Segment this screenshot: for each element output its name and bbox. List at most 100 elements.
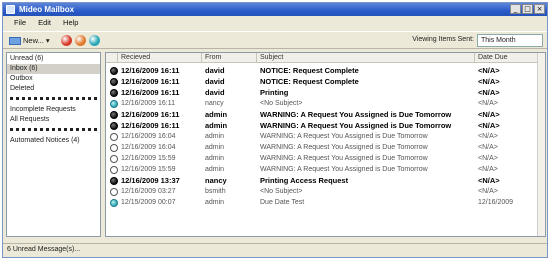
message-status-icon — [110, 121, 118, 130]
title-bar[interactable]: Mideo Mailbox _ □ × — [3, 3, 547, 16]
message-status-icon — [110, 88, 118, 97]
message-date-due: <N/A> — [478, 100, 498, 107]
mail-icon — [9, 36, 21, 45]
sidebar-item-automated-notices[interactable]: Automated Notices (4) — [7, 136, 100, 146]
message-from: david — [205, 66, 225, 75]
message-subject: WARNING: A Request You Assigned is Due T… — [260, 121, 452, 130]
vertical-scrollbar[interactable] — [537, 53, 545, 236]
message-subject: WARNING: A Request You Assigned is Due T… — [260, 144, 428, 151]
refresh-icon[interactable] — [89, 35, 100, 46]
message-row[interactable]: 12/16/2009 15:59 admin WARNING: A Request … — [106, 153, 545, 164]
message-from: admin — [205, 133, 225, 140]
menu-help[interactable]: Help — [58, 17, 83, 29]
sidebar-item-all-requests[interactable]: All Requests — [7, 115, 100, 125]
column-header-from[interactable]: From — [202, 53, 257, 63]
app-icon — [6, 5, 15, 14]
message-received: 12/16/2009 15:59 — [121, 155, 176, 162]
message-received: 12/16/2009 16:04 — [121, 144, 176, 151]
minimize-button[interactable]: _ — [510, 4, 521, 14]
message-subject: Printing — [260, 88, 289, 97]
message-status-icon — [110, 110, 118, 119]
message-subject: Due Date Test — [260, 199, 305, 206]
message-subject: NOTICE: Request Complete — [260, 77, 359, 86]
message-subject: WARNING: A Request You Assigned is Due T… — [260, 166, 428, 173]
column-header-icon[interactable] — [106, 53, 118, 63]
sidebar-item-unread[interactable]: Unread (6) — [7, 54, 100, 64]
message-date-due: <N/A> — [478, 144, 498, 151]
message-row[interactable]: 12/16/2009 16:11 admin WARNING: A Request … — [106, 120, 545, 131]
message-status-icon — [110, 77, 118, 86]
message-status-icon — [110, 176, 118, 185]
viewing-items-label: Viewing Items Sent: — [412, 36, 474, 43]
viewing-period-select[interactable]: This Month — [477, 34, 543, 47]
message-received: 12/16/2009 16:11 — [121, 66, 180, 75]
message-row[interactable]: 12/16/2009 15:59 admin WARNING: A Request … — [106, 164, 545, 175]
message-date-due: <N/A> — [478, 133, 498, 140]
new-dropdown-icon[interactable]: ▾ — [46, 36, 50, 45]
message-received: 12/16/2009 13:37 — [121, 176, 180, 185]
message-subject: WARNING: A Request You Assigned is Due T… — [260, 110, 452, 119]
message-status-icon — [110, 143, 118, 152]
message-from: nancy — [205, 176, 227, 185]
message-date-due: <N/A> — [478, 188, 498, 195]
sidebar-divider — [10, 128, 97, 133]
message-from: admin — [205, 166, 225, 173]
message-subject: NOTICE: Request Complete — [260, 66, 359, 75]
message-row[interactable]: 12/15/2009 00:07 admin Due Date Test 12/16/… — [106, 197, 545, 208]
message-from: admin — [205, 144, 225, 151]
window-title: Mideo Mailbox — [19, 5, 75, 14]
message-status-icon — [110, 154, 118, 163]
sidebar-item-inbox[interactable]: Inbox (6) — [7, 64, 100, 74]
tag-icon[interactable] — [75, 35, 86, 46]
menu-file[interactable]: File — [9, 17, 31, 29]
message-row[interactable]: 12/16/2009 16:11 admin WARNING: A Request … — [106, 109, 545, 120]
message-row[interactable]: 12/16/2009 16:11 nancy <No Subject> <N/A> — [106, 98, 545, 109]
close-button[interactable]: × — [534, 4, 545, 14]
message-received: 12/16/2009 16:11 — [121, 100, 175, 107]
menu-edit[interactable]: Edit — [33, 17, 56, 29]
new-button-label: New... — [23, 36, 44, 45]
mailbox-window: Mideo Mailbox _ □ × File Edit Help New..… — [2, 2, 548, 258]
message-row[interactable]: 12/16/2009 16:11 david NOTICE: Request Com… — [106, 76, 545, 87]
message-row[interactable]: 12/16/2009 16:11 david Printing <N/A> — [106, 87, 545, 98]
column-header-received[interactable]: Recieved — [118, 53, 202, 63]
message-row[interactable]: 12/16/2009 16:04 admin WARNING: A Request … — [106, 142, 545, 153]
message-status-icon — [110, 66, 118, 75]
message-received: 12/16/2009 15:59 — [121, 166, 176, 173]
message-status-icon — [110, 198, 118, 207]
new-button[interactable]: New... ▾ — [9, 34, 50, 47]
message-date-due: <N/A> — [478, 155, 498, 162]
message-from: nancy — [205, 100, 224, 107]
message-received: 12/16/2009 16:11 — [121, 121, 180, 130]
message-received: 12/15/2009 00:07 — [121, 199, 176, 206]
message-row[interactable]: 12/16/2009 03:27 bsmith <No Subject> <N/A> — [106, 186, 545, 197]
column-header-subject[interactable]: Subject — [257, 53, 475, 63]
message-subject: WARNING: A Request You Assigned is Due T… — [260, 133, 428, 140]
status-text: 6 Unread Message(s)... — [7, 246, 81, 253]
message-received: 12/16/2009 16:04 — [121, 133, 176, 140]
message-from: admin — [205, 199, 225, 206]
message-subject: <No Subject> — [260, 188, 303, 195]
toolbar: New... ▾ Viewing Items Sent: This Month — [3, 31, 547, 49]
message-date-due: 12/16/2009 — [478, 199, 514, 206]
sidebar-item-deleted[interactable]: Deleted — [7, 84, 100, 94]
message-status-icon — [110, 187, 118, 196]
message-date-due: <N/A> — [478, 110, 500, 119]
message-row[interactable]: 12/16/2009 16:11 david NOTICE: Request Com… — [106, 65, 545, 76]
message-status-icon — [110, 165, 118, 174]
status-bar: 6 Unread Message(s)... — [3, 243, 547, 257]
delete-icon[interactable] — [61, 35, 72, 46]
message-list: Recieved From Subject Date Due 12/16/200… — [105, 52, 546, 237]
message-received: 12/16/2009 03:27 — [121, 188, 176, 195]
message-status-icon — [110, 132, 118, 141]
message-from: admin — [205, 110, 228, 119]
message-row[interactable]: 12/16/2009 16:04 admin WARNING: A Request … — [106, 131, 545, 142]
message-row[interactable]: 12/16/2009 13:37 nancy Printing Access Req… — [106, 175, 545, 186]
column-header-date-due[interactable]: Date Due — [475, 53, 539, 63]
maximize-button[interactable]: □ — [522, 4, 533, 14]
sidebar-item-outbox[interactable]: Outbox — [7, 74, 100, 84]
menu-bar: File Edit Help — [3, 17, 547, 29]
sidebar-item-incomplete-requests[interactable]: Incomplete Requests — [7, 105, 100, 115]
list-header: Recieved From Subject Date Due — [106, 53, 545, 63]
message-date-due: <N/A> — [478, 88, 500, 97]
